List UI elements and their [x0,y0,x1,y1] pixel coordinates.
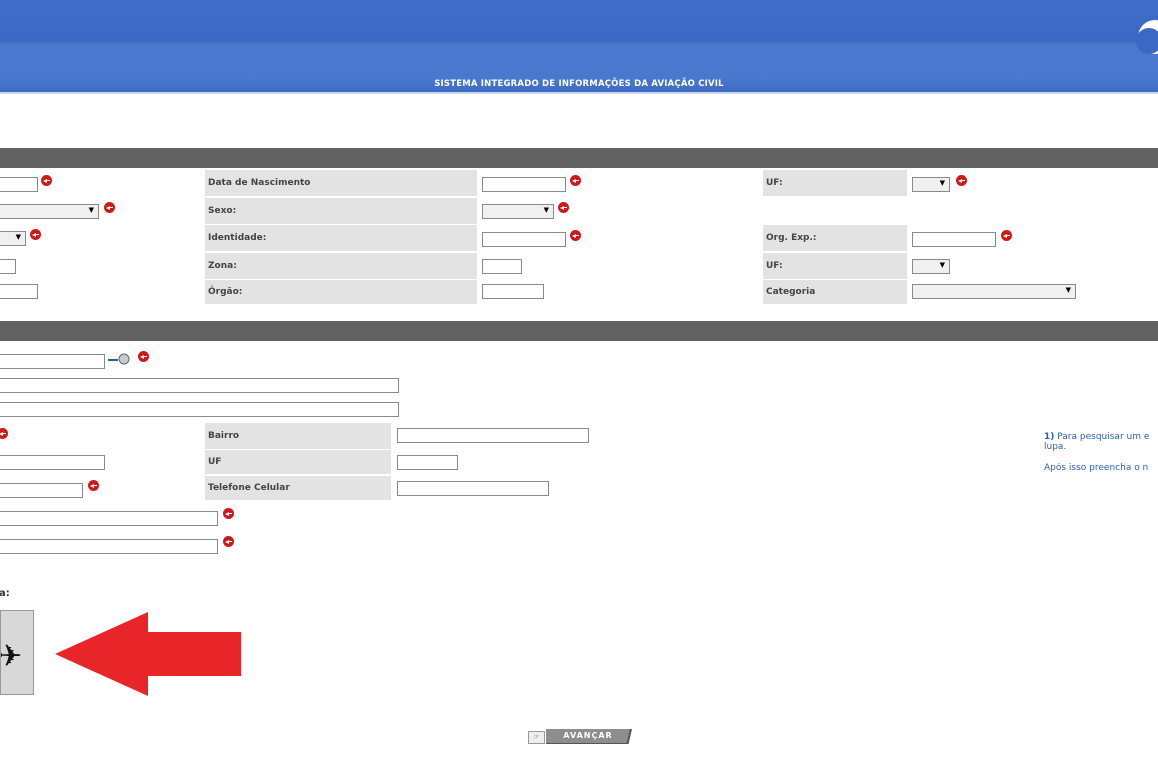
address-uf-label: UF [205,450,391,474]
organ-input[interactable] [482,284,544,299]
system-title: SISTEMA INTEGRADO DE INFORMAÇÕES DA AVIA… [434,79,724,89]
uf2-label: UF: [763,253,907,279]
phone-input[interactable] [0,483,83,498]
zone-label: Zona: [205,253,477,279]
identity-input[interactable] [482,232,566,247]
uf-select[interactable] [912,177,950,192]
zone-input[interactable] [482,259,522,274]
email-confirm-input[interactable] [0,539,218,554]
hand-pointer-icon: ☞ [528,731,545,744]
required-icon [570,175,581,186]
mobile-input[interactable] [397,481,549,496]
sex-label: Sexo: [205,198,477,224]
help-text-1: 1) Para pesquisar um e [1044,432,1150,442]
mobile-label: Telefone Celular [205,476,391,500]
advance-button[interactable]: AVANÇAR [546,729,630,743]
organ-label: Órgão: [205,280,477,304]
address-section-bar [0,321,1158,341]
neighborhood-label: Bairro [205,423,391,449]
name-input[interactable] [0,177,38,192]
required-icon [223,508,234,519]
captcha-label: a: [0,588,10,599]
complement-input[interactable] [0,402,399,417]
red-arrow-icon [55,612,241,696]
nationality-select[interactable] [0,204,99,219]
document-input[interactable] [0,284,38,299]
voter-number-input[interactable] [0,259,16,274]
email-input[interactable] [0,511,218,526]
required-icon [30,229,41,240]
required-icon [104,202,115,213]
org-exp-input[interactable] [912,232,996,247]
personal-data-section-bar [0,148,1158,168]
required-icon [558,202,569,213]
help-text-1b: lupa. [1044,442,1067,452]
address-uf-input[interactable] [397,455,458,470]
category-label: Categoria [763,280,907,304]
required-icon [223,536,234,547]
category-select[interactable] [912,284,1076,299]
required-icon [138,351,149,362]
required-icon [956,175,967,186]
cep-input[interactable] [0,354,105,369]
street-input[interactable] [0,378,399,393]
help-text-2: Após isso preencha o n [1044,463,1149,473]
uf-label: UF: [763,170,907,196]
identity-label: Identidade: [205,225,477,251]
birth-date-label: Data de Nascimento [205,170,477,196]
required-icon [88,480,99,491]
required-icon [41,175,52,186]
captcha-image: ✈ [0,610,34,695]
uf2-select[interactable] [912,259,950,274]
org-exp-label: Org. Exp.: [763,225,907,251]
required-icon [0,428,8,439]
magnifier-icon[interactable] [107,351,133,367]
city-input[interactable] [0,455,105,470]
birth-date-input[interactable] [482,177,566,192]
sex-select[interactable] [482,204,554,219]
required-icon [570,230,581,241]
required-icon [1001,230,1012,241]
type-select[interactable] [0,231,26,246]
neighborhood-input[interactable] [397,428,589,443]
